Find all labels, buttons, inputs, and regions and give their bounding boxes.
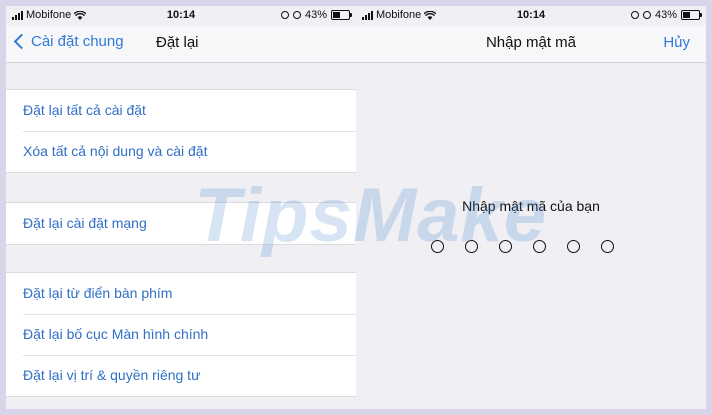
reset-group-2: Đặt lại cài đặt mạng bbox=[6, 202, 356, 245]
reset-network-settings-item[interactable]: Đặt lại cài đặt mạng bbox=[6, 203, 356, 244]
screenshot-frame: Mobifone 10:14 43% Cài đặt chung Đặt lại… bbox=[6, 6, 706, 409]
erase-all-content-item[interactable]: Xóa tất cả nội dung và cài đặt bbox=[6, 131, 356, 172]
reset-location-privacy-item[interactable]: Đặt lại vị trí & quyền riêng tư bbox=[6, 355, 356, 396]
passcode-dot bbox=[431, 240, 444, 253]
passcode-dots[interactable] bbox=[431, 240, 614, 253]
battery-percent: 43% bbox=[654, 9, 677, 21]
reset-keyboard-dictionary-item[interactable]: Đặt lại từ điển bàn phím bbox=[6, 273, 356, 314]
battery-icon bbox=[681, 10, 702, 20]
back-button-label: Cài đặt chung bbox=[31, 33, 124, 50]
passcode-dot bbox=[465, 240, 478, 253]
passcode-screen: Mobifone 10:14 43% Nhập mật mã Hủy Nhập … bbox=[356, 6, 706, 409]
passcode-dot bbox=[567, 240, 580, 253]
passcode-prompt: Nhập mật mã của bạn bbox=[462, 198, 600, 214]
reset-home-screen-layout-item[interactable]: Đặt lại bố cục Màn hình chính bbox=[6, 314, 356, 355]
status-bar: Mobifone 10:14 43% bbox=[356, 6, 706, 26]
alarm-icon bbox=[292, 11, 301, 19]
status-bar: Mobifone 10:14 43% bbox=[6, 6, 356, 26]
reset-settings-screen: Mobifone 10:14 43% Cài đặt chung Đặt lại… bbox=[6, 6, 356, 409]
lock-rotation-icon bbox=[280, 11, 289, 19]
passcode-dot bbox=[601, 240, 614, 253]
nav-bar: Nhập mật mã Hủy bbox=[356, 26, 706, 63]
lock-rotation-icon bbox=[630, 11, 639, 19]
chevron-left-icon bbox=[13, 33, 30, 50]
battery-percent: 43% bbox=[304, 9, 327, 21]
alarm-icon bbox=[642, 11, 651, 19]
cancel-button[interactable]: Hủy bbox=[663, 34, 690, 51]
reset-all-settings-item[interactable]: Đặt lại tất cả cài đặt bbox=[6, 90, 356, 131]
back-button[interactable]: Cài đặt chung bbox=[13, 33, 124, 50]
battery-icon bbox=[331, 10, 352, 20]
reset-group-3: Đặt lại từ điển bàn phím Đặt lại bố cục … bbox=[6, 272, 356, 397]
passcode-dot bbox=[533, 240, 546, 253]
page-title: Đặt lại bbox=[156, 34, 199, 51]
nav-bar: Cài đặt chung Đặt lại bbox=[6, 26, 356, 63]
reset-group-1: Đặt lại tất cả cài đặt Xóa tất cả nội du… bbox=[6, 89, 356, 173]
page-title: Nhập mật mã bbox=[485, 34, 577, 51]
passcode-dot bbox=[499, 240, 512, 253]
